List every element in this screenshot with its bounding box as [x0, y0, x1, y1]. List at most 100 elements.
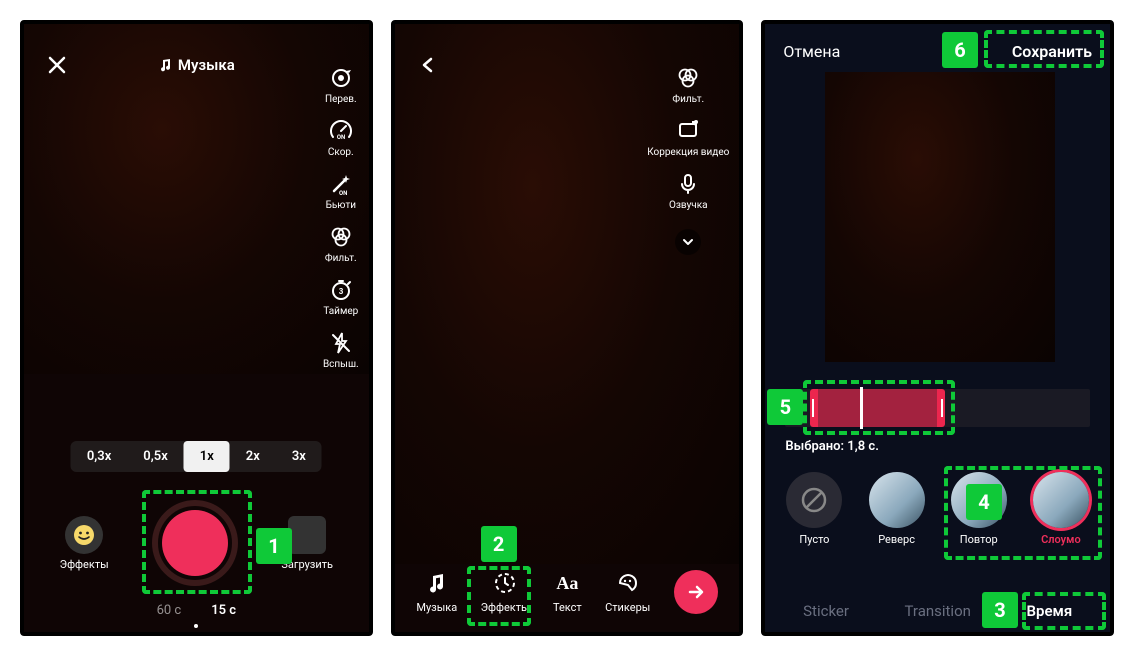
repeat-thumb [951, 472, 1007, 528]
fx-repeat-button[interactable]: Повтор [951, 472, 1007, 546]
text-icon: Aa [553, 569, 581, 597]
beauty-label: Бьюти [326, 200, 356, 211]
upload-thumb [288, 516, 326, 554]
back-icon [420, 57, 436, 73]
mic-icon [676, 172, 700, 196]
filters-button[interactable]: Фильт. [672, 64, 704, 105]
edit-screen: Фильт. Коррекция видео Озвучка Музыка Эф… [391, 20, 744, 636]
timer-tool-button[interactable]: 3 Таймер [323, 276, 358, 317]
flip-icon [328, 65, 354, 91]
effect-category-tabs: Sticker Transition Время [765, 602, 1110, 620]
tab-time[interactable]: Время [1026, 602, 1072, 620]
duration-15s[interactable]: 15 с [211, 603, 236, 618]
beauty-tool-button[interactable]: ON Бьюти [326, 170, 356, 211]
text-label: Текст [553, 601, 582, 614]
stickers-label: Стикеры [605, 601, 650, 614]
slowmo-thumb [1033, 472, 1089, 528]
pager-dot [194, 624, 198, 628]
close-button[interactable] [44, 52, 70, 78]
camera-tools-column: Перев. ON Скор. ON Бьюти Фильт. 3 Таймер… [323, 64, 359, 370]
edit-tools-column: Фильт. Коррекция видео Озвучка [647, 64, 729, 255]
tab-sticker[interactable]: Sticker [803, 602, 849, 620]
time-effects-row: Пусто Реверс Повтор Слоумо [765, 472, 1110, 546]
svg-text:ON: ON [339, 190, 347, 196]
voice-label: Озвучка [669, 200, 708, 211]
flash-tool-button[interactable]: Вспыш. [323, 329, 359, 370]
selection-duration-label: Выбрано: 1,8 с. [785, 439, 879, 454]
effects-icon [492, 570, 518, 596]
wand-icon: ON [329, 172, 353, 196]
filters-tool-button[interactable]: Фильт. [325, 223, 357, 264]
speed-tool-button[interactable]: ON Скор. [327, 117, 355, 158]
back-button[interactable] [415, 52, 441, 78]
camera-screen: Музыка Перев. ON Скор. ON Бьюти Фильт. 3… [20, 20, 373, 636]
stickers-button[interactable]: Стикеры [605, 569, 650, 614]
fx-repeat-label: Повтор [960, 533, 998, 546]
filters-icon [329, 225, 353, 249]
timer-label: Таймер [323, 306, 358, 317]
flip-label: Перев. [325, 94, 357, 105]
upload-button[interactable]: Загрузить [281, 516, 333, 571]
music-icon [158, 58, 172, 72]
fx-reverse-label: Реверс [878, 533, 915, 546]
music-button[interactable]: Музыка [416, 569, 457, 614]
text-button[interactable]: Aa Текст [553, 569, 582, 614]
next-button[interactable] [674, 570, 718, 614]
speed-selector: 0,3x 0,5x 1x 2x 3x [71, 441, 322, 472]
record-button-inner [162, 510, 228, 576]
record-button[interactable] [152, 500, 238, 586]
duration-60s[interactable]: 60 с [157, 603, 182, 618]
fx-slowmo-label: Слоумо [1041, 533, 1081, 546]
close-icon [48, 56, 66, 74]
flash-off-icon [329, 331, 353, 355]
flip-camera-button[interactable]: Перев. [325, 64, 357, 105]
video-preview-small [825, 72, 1055, 362]
smile-icon [65, 516, 103, 554]
voiceover-button[interactable]: Озвучка [669, 170, 708, 211]
arrow-right-icon [686, 582, 706, 602]
video-correction-button[interactable]: Коррекция видео [647, 117, 729, 158]
effects-time-screen: Отмена Сохранить Выбрано: 1,8 с. Пусто Р… [761, 20, 1114, 636]
sticker-icon [616, 571, 640, 595]
fx-slowmo-button[interactable]: Слоумо [1033, 472, 1089, 546]
timer-icon: 3 [329, 278, 353, 302]
filters-label: Фильт. [325, 253, 357, 264]
cancel-button[interactable]: Отмена [783, 42, 840, 61]
music-label: Музыка [416, 601, 457, 614]
correction-label: Коррекция видео [647, 147, 729, 158]
speed-0-5x[interactable]: 0,5x [127, 441, 183, 472]
svg-text:ON: ON [337, 134, 345, 141]
fx-reverse-button[interactable]: Реверс [869, 472, 925, 546]
add-music-button[interactable]: Музыка [70, 56, 323, 74]
speed-0-3x[interactable]: 0,3x [71, 441, 127, 472]
reverse-thumb [869, 472, 925, 528]
upload-label: Загрузить [281, 558, 333, 571]
fx-none-button[interactable]: Пусто [786, 472, 842, 546]
speedometer-icon: ON [329, 119, 353, 143]
effects-button[interactable]: Эффекты [481, 569, 530, 614]
timeline[interactable] [785, 389, 1090, 429]
record-row: Эффекты Загрузить [24, 500, 369, 586]
effects-label: Эффекты [481, 601, 530, 614]
effects-button[interactable]: Эффекты [60, 516, 109, 571]
music-label: Музыка [178, 56, 235, 74]
save-button[interactable]: Сохранить [1012, 42, 1092, 61]
tab-transition[interactable]: Transition [905, 602, 971, 620]
timeline-selection[interactable] [810, 389, 945, 427]
filters-label: Фильт. [672, 94, 704, 105]
timeline-playhead[interactable] [860, 387, 863, 429]
camera-top-bar: Музыка [24, 52, 369, 78]
speed-label: Скор. [328, 147, 354, 158]
more-tools-button[interactable] [675, 229, 701, 255]
svg-text:3: 3 [339, 287, 344, 296]
crop-icon [676, 119, 700, 143]
effects-top-bar: Отмена Сохранить [765, 42, 1110, 61]
speed-1x[interactable]: 1x [184, 441, 230, 472]
edit-bottom-row: Музыка Эффекты Aa Текст Стикеры [395, 569, 740, 614]
music-icon [425, 571, 449, 595]
speed-2x[interactable]: 2x [230, 441, 276, 472]
duration-selector: 60 с 15 с [24, 603, 369, 618]
fx-none-label: Пусто [799, 533, 829, 546]
speed-3x[interactable]: 3x [276, 441, 322, 472]
none-icon [786, 472, 842, 528]
